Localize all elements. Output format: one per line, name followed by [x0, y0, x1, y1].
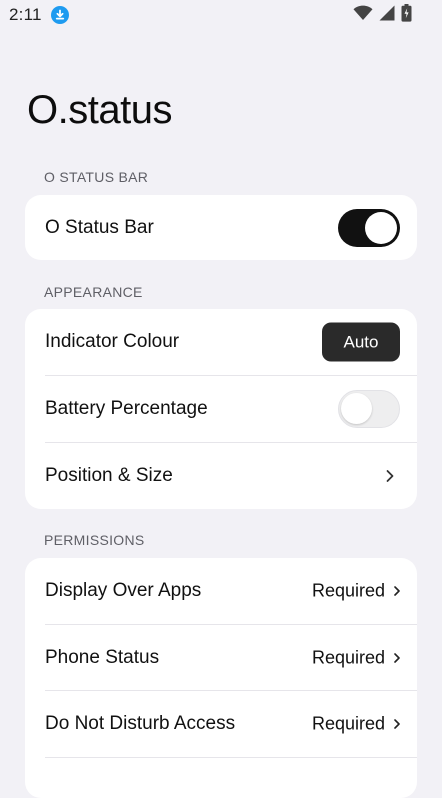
indicator-colour-label: Indicator Colour [45, 331, 180, 352]
chevron-right-icon [394, 586, 400, 596]
phone-status-status: Required [312, 648, 400, 669]
indicator-colour-row[interactable]: Indicator Colour Auto [25, 309, 417, 375]
battery-percentage-toggle[interactable] [338, 390, 400, 428]
chevron-right-icon [394, 719, 400, 729]
do-not-disturb-label: Do Not Disturb Access [45, 713, 236, 734]
do-not-disturb-row[interactable]: Do Not Disturb Access Required [25, 691, 417, 757]
status-bar: 2:11 [0, 0, 442, 30]
o-status-bar-label: O Status Bar [45, 216, 154, 238]
o-status-bar-toggle[interactable] [338, 208, 400, 247]
section-header-permissions: PERMISSIONS [44, 532, 145, 548]
permissions-card: Display Over Apps Required Phone Status … [25, 558, 417, 798]
page-title: O.status [27, 88, 172, 132]
download-icon [51, 6, 69, 24]
display-over-apps-status: Required [312, 581, 400, 602]
battery-percentage-label: Battery Percentage [45, 398, 208, 419]
chevron-right-icon [386, 470, 394, 482]
phone-status-label: Phone Status [45, 647, 160, 668]
required-status-text: Required [311, 580, 385, 601]
position-size-row[interactable]: Position & Size [25, 443, 417, 509]
display-over-apps-row[interactable]: Display Over Apps Required [25, 558, 417, 624]
toggle-knob [341, 393, 372, 424]
section-header-o-status-bar: O STATUS BAR [44, 169, 149, 185]
appearance-card: Indicator Colour Auto Battery Percentage… [25, 309, 417, 509]
required-status-text: Required [311, 647, 385, 668]
battery-percentage-row[interactable]: Battery Percentage [25, 376, 417, 442]
battery-icon [401, 3, 412, 27]
phone-status-row[interactable]: Phone Status Required [25, 625, 417, 691]
signal-icon [379, 5, 395, 26]
display-over-apps-label: Display Over Apps [45, 580, 202, 601]
position-size-label: Position & Size [45, 465, 173, 486]
divider [45, 757, 417, 758]
toggle-knob [365, 211, 397, 244]
chevron-right-icon [394, 653, 400, 663]
section-header-appearance: APPEARANCE [44, 284, 143, 300]
o-status-bar-card: O Status Bar [25, 195, 417, 260]
status-time: 2:11 [9, 5, 42, 24]
indicator-colour-auto-button[interactable]: Auto [322, 322, 400, 362]
do-not-disturb-status: Required [312, 714, 400, 735]
required-status-text: Required [311, 713, 385, 734]
o-status-bar-row[interactable]: O Status Bar [25, 195, 417, 260]
wifi-icon [353, 5, 373, 26]
